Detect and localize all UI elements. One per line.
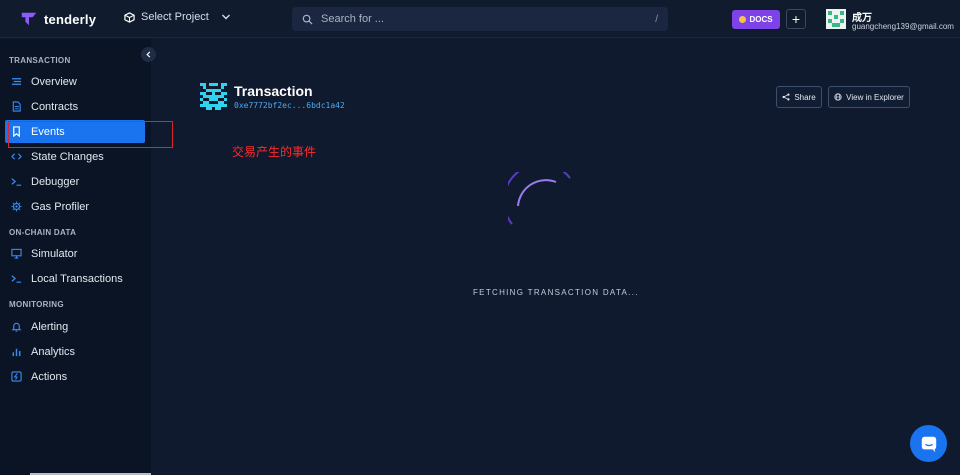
explorer-label: View in Explorer: [846, 92, 904, 102]
terminal-icon: [11, 275, 22, 283]
tenderly-logo-icon: [21, 12, 37, 26]
top-bar: tenderly Select Project Search for ... /…: [0, 0, 960, 38]
sidebar-item-label: Actions: [31, 370, 68, 383]
view-in-explorer-button[interactable]: View in Explorer: [828, 86, 910, 108]
sidebar-item-label: Alerting: [31, 320, 69, 333]
collapse-sidebar-button[interactable]: [141, 47, 156, 62]
search-bar[interactable]: Search for ... /: [292, 7, 668, 31]
add-button[interactable]: +: [786, 9, 806, 29]
brand-name: tenderly: [44, 11, 97, 27]
monitor-icon: [11, 248, 22, 259]
annotation-text: 交易产生的事件: [232, 145, 317, 159]
sidebar-item-simulator[interactable]: Simulator: [5, 242, 145, 265]
terminal-icon: [11, 178, 22, 186]
share-label: Share: [794, 92, 816, 102]
document-icon: [12, 101, 21, 112]
sidebar-item-local-transactions[interactable]: Local Transactions: [5, 267, 145, 290]
lightning-icon: [11, 371, 22, 382]
tenderly-logo[interactable]: tenderly: [20, 10, 96, 28]
sidebar-item-gas-profiler[interactable]: Gas Profiler: [5, 195, 145, 218]
sidebar-item-analytics[interactable]: Analytics: [5, 340, 145, 363]
section-label-monitoring: MONITORING: [9, 300, 64, 309]
loading-spinner: [508, 172, 571, 225]
sidebar-item-label: State Changes: [31, 150, 104, 163]
code-icon: [11, 153, 22, 160]
sidebar-item-label: Debugger: [31, 175, 80, 188]
sidebar-item-actions[interactable]: Actions: [5, 365, 145, 388]
sidebar-item-label: Contracts: [31, 100, 79, 113]
annotation-highlight-box: [8, 121, 173, 148]
sidebar-item-state-changes[interactable]: State Changes: [5, 145, 145, 168]
bar-chart-icon: [12, 348, 21, 357]
section-label-on-chain-data: ON-CHAIN DATA: [9, 228, 77, 237]
sidebar-item-debugger[interactable]: Debugger: [5, 170, 145, 193]
avatar[interactable]: [826, 9, 846, 29]
transaction-identicon: [200, 83, 227, 110]
page-title: Transaction: [234, 83, 313, 99]
project-selector[interactable]: Select Project: [124, 11, 231, 23]
search-shortcut: /: [655, 13, 658, 25]
sidebar-item-label: Overview: [31, 75, 77, 88]
sidebar-item-contracts[interactable]: Contracts: [5, 95, 145, 118]
search-icon: [302, 14, 313, 25]
share-button[interactable]: Share: [776, 86, 822, 108]
share-icon: [782, 93, 790, 101]
docs-button[interactable]: DOCS: [732, 10, 780, 29]
support-chat-button[interactable]: [910, 425, 947, 462]
user-email: guangcheng139@gmail.com: [852, 22, 954, 31]
cube-icon: [124, 11, 135, 23]
sidebar-item-label: Simulator: [31, 247, 78, 260]
sidebar-item-label: Local Transactions: [31, 272, 123, 285]
bell-icon: [11, 322, 22, 332]
project-label: Select Project: [141, 11, 209, 23]
sidebar-item-overview[interactable]: Overview: [5, 70, 145, 93]
sidebar-item-label: Analytics: [31, 345, 76, 358]
list-icon: [11, 78, 22, 85]
gear-icon: [11, 201, 22, 212]
globe-icon: [834, 93, 842, 101]
chevron-left-icon: [146, 51, 151, 58]
section-label-transaction: TRANSACTION: [9, 56, 71, 65]
transaction-hash[interactable]: 0xe7772bf2ec...6bdc1a42: [234, 101, 345, 110]
chat-icon: [921, 436, 936, 452]
loading-status: FETCHING TRANSACTION DATA...: [473, 288, 639, 297]
sidebar-item-alerting[interactable]: Alerting: [5, 315, 145, 338]
docs-icon: [739, 16, 747, 23]
search-input[interactable]: Search for ...: [321, 13, 647, 25]
docs-label: DOCS: [749, 15, 773, 24]
sidebar-item-label: Gas Profiler: [31, 200, 90, 213]
chevron-down-icon: [221, 14, 230, 20]
